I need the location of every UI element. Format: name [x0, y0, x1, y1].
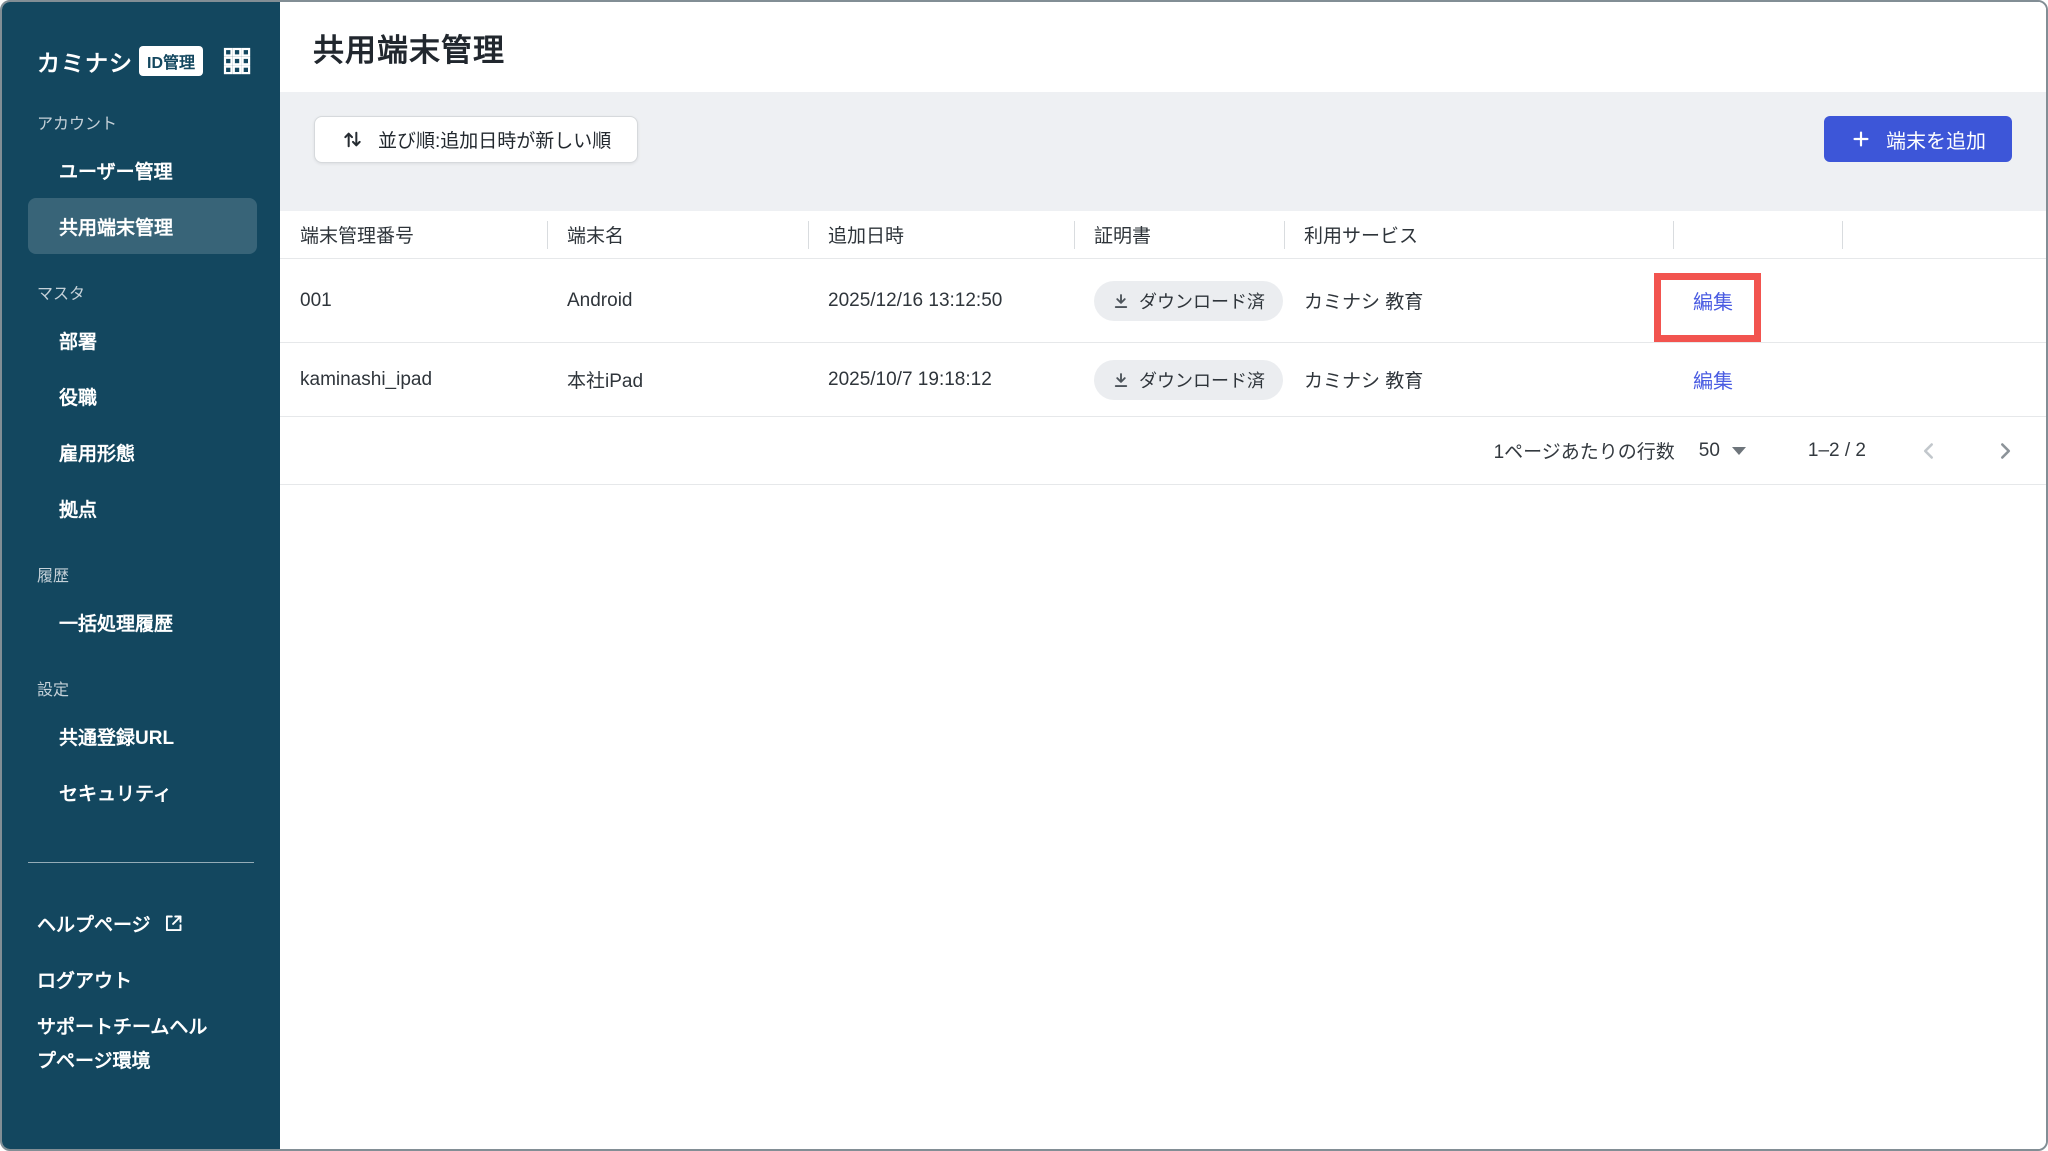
certificate-downloaded-badge[interactable]: ダウンロード済 [1094, 280, 1283, 321]
next-page-button[interactable] [1992, 438, 2018, 464]
chevron-down-icon [1731, 446, 1746, 455]
sort-order-label: 並び順:追加日時が新しい順 [378, 131, 612, 152]
sidebar-item-position[interactable]: 役職 [28, 368, 257, 424]
cell-added-at: 2025/12/16 13:12:50 [828, 289, 1003, 311]
logo-badge: ID管理 [139, 46, 204, 76]
rows-per-page-value: 50 [1698, 439, 1720, 461]
cell-service: カミナシ 教育 [1304, 292, 1424, 313]
add-device-button[interactable]: 端末を追加 [1824, 116, 2012, 162]
cell-service: カミナシ 教育 [1304, 371, 1424, 392]
column-header-device-id: 端末管理番号 [300, 226, 415, 247]
apps-grid-icon[interactable] [223, 47, 251, 75]
cell-added-at: 2025/10/7 19:18:12 [828, 368, 992, 390]
edit-link[interactable]: 編集 [1693, 286, 1733, 315]
rows-per-page-label: 1ページあたりの行数 [1493, 442, 1675, 463]
sidebar-section-account: アカウント [37, 116, 118, 133]
logo-wordmark: カミナシ [37, 50, 133, 76]
sidebar-item-common-registration-url[interactable]: 共通登録URL [28, 708, 257, 764]
sidebar-item-shared-device-management[interactable]: 共用端末管理 [28, 198, 257, 254]
column-header-service: 利用サービス [1284, 211, 1673, 258]
page-title: 共用端末管理 [313, 32, 505, 68]
sidebar: カミナシ ID管理 アカウント ユーザー管理 共用端末管理 マスタ 部署 役職 … [2, 2, 280, 1149]
sidebar-item-security[interactable]: セキュリティ [28, 764, 257, 820]
column-header-added-at: 追加日時 [808, 211, 1074, 258]
cell-certificate: ダウンロード済 [1074, 359, 1284, 400]
sort-order-button[interactable]: 並び順:追加日時が新しい順 [314, 116, 639, 163]
toolbar: 並び順:追加日時が新しい順 端末を追加 [280, 92, 2046, 211]
main-content: 共用端末管理 並び順:追加日時が新しい順 端末を追加 端末管理番号 端末名 追加… [280, 2, 2046, 1149]
column-header-empty-2 [1842, 211, 2046, 258]
column-header-device-name: 端末名 [547, 211, 808, 258]
certificate-badge-label: ダウンロード済 [1139, 370, 1265, 391]
table-row: kaminashi_ipad 本社iPad 2025/10/7 19:18:12… [280, 343, 2046, 417]
sidebar-item-help-page[interactable]: ヘルプページ [28, 895, 257, 951]
sidebar-item-logout[interactable]: ログアウト [28, 951, 257, 1007]
external-link-icon [163, 913, 184, 934]
table-header-row: 端末管理番号 端末名 追加日時 証明書 利用サービス [280, 211, 2046, 259]
sidebar-item-employment-type[interactable]: 雇用形態 [28, 424, 257, 480]
rows-per-page-select[interactable]: 50 [1699, 440, 1746, 462]
cell-device-name: Android [567, 289, 633, 311]
previous-page-button[interactable] [1916, 438, 1942, 464]
cell-action: 編集 [1673, 365, 1842, 394]
add-device-label: 端末を追加 [1886, 130, 1986, 153]
sidebar-item-user-management[interactable]: ユーザー管理 [28, 142, 257, 198]
download-icon [1112, 292, 1130, 310]
plus-icon [1850, 128, 1872, 150]
sidebar-section-history: 履歴 [37, 568, 70, 585]
sidebar-nav: アカウント ユーザー管理 共用端末管理 マスタ 部署 役職 雇用形態 拠点 履歴… [2, 84, 280, 820]
help-page-label: ヘルプページ [37, 914, 151, 936]
sidebar-item-support-help-env[interactable]: サポートチームヘルプページ環境 [28, 1011, 257, 1079]
pagination-range: 1–2 / 2 [1807, 439, 1866, 461]
cell-device-id: 001 [300, 289, 332, 311]
sidebar-section-master: マスタ [37, 286, 86, 303]
app-window: カミナシ ID管理 アカウント ユーザー管理 共用端末管理 マスタ 部署 役職 … [0, 0, 2048, 1151]
sidebar-item-batch-history[interactable]: 一括処理履歴 [28, 594, 257, 650]
column-header-empty-1 [1673, 211, 1842, 258]
cell-device-id: kaminashi_ipad [300, 368, 433, 390]
sort-arrows-icon [341, 128, 364, 151]
table-row: 001 Android 2025/12/16 13:12:50 ダウンロード済 … [280, 259, 2046, 343]
device-table: 端末管理番号 端末名 追加日時 証明書 利用サービス 001 Android 2… [280, 211, 2046, 485]
download-icon [1112, 371, 1130, 389]
edit-link[interactable]: 編集 [1693, 365, 1733, 394]
sidebar-footer: ヘルプページ ログアウト サポートチームヘルプページ環境 [2, 895, 280, 1079]
sidebar-item-site[interactable]: 拠点 [28, 480, 257, 536]
cell-action: 編集 [1673, 286, 1842, 315]
logo: カミナシ ID管理 [37, 44, 262, 78]
certificate-downloaded-badge[interactable]: ダウンロード済 [1094, 359, 1283, 400]
page-header: 共用端末管理 [280, 2, 2046, 92]
certificate-badge-label: ダウンロード済 [1139, 291, 1265, 312]
cell-certificate: ダウンロード済 [1074, 280, 1284, 321]
pagination-bar: 1ページあたりの行数 50 1–2 / 2 [280, 417, 2046, 485]
sidebar-divider [28, 862, 254, 863]
sidebar-item-department[interactable]: 部署 [28, 312, 257, 368]
column-header-certificate: 証明書 [1074, 211, 1284, 258]
sidebar-section-settings: 設定 [37, 682, 70, 699]
cell-device-name: 本社iPad [567, 371, 644, 392]
